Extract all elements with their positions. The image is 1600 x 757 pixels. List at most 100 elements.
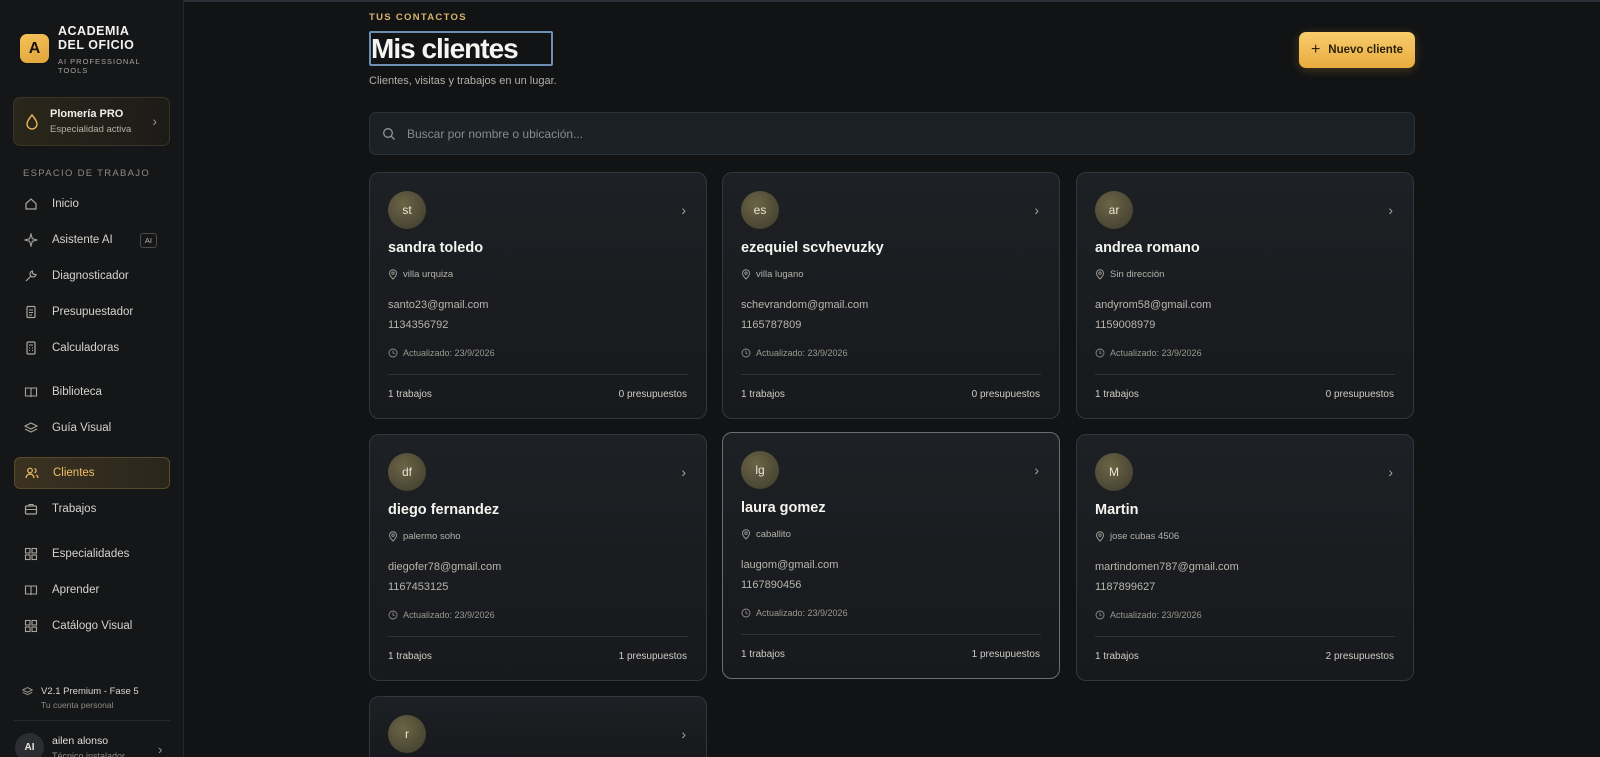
page-title: Mis clientes bbox=[369, 31, 553, 66]
users-icon bbox=[25, 466, 39, 480]
sidebar-item-especialidades[interactable]: Especialidades bbox=[14, 538, 170, 570]
sidebar-item-calculadoras[interactable]: Calculadoras bbox=[14, 332, 170, 364]
sidebar-item-asistente-ai[interactable]: Asistente AI AI bbox=[14, 224, 170, 256]
layers-icon bbox=[21, 686, 34, 710]
client-quotes-count: 1 presupuestos bbox=[618, 651, 687, 662]
client-phone: 1167890456 bbox=[741, 579, 802, 591]
client-updated: Actualizado: 23/9/2026 bbox=[1110, 610, 1202, 620]
workspace-section-label: ESPACIO DE TRABAJO bbox=[23, 168, 151, 179]
client-phone: 1134356792 bbox=[388, 319, 449, 331]
client-card[interactable]: df › diego fernandez palermo soho diegof… bbox=[369, 434, 707, 681]
sparkle-icon bbox=[24, 233, 38, 247]
client-card[interactable]: M › Martin jose cubas 4506 martindomen78… bbox=[1076, 434, 1414, 681]
clock-icon bbox=[388, 348, 398, 358]
search-bar bbox=[369, 112, 1415, 155]
home-icon bbox=[24, 197, 38, 211]
client-name: Martin bbox=[1095, 502, 1139, 518]
divider bbox=[741, 374, 1041, 375]
divider bbox=[14, 720, 170, 721]
client-card[interactable]: es › ezequiel scvhevuzky villa lugano sc… bbox=[722, 172, 1060, 419]
sidebar-item-label: Biblioteca bbox=[52, 386, 102, 398]
client-card[interactable]: r › bbox=[369, 696, 707, 757]
sidebar-item-trabajos[interactable]: Trabajos bbox=[14, 493, 170, 525]
version-info: V2.1 Premium - Fase 5 Tu cuenta personal bbox=[21, 686, 139, 710]
client-card[interactable]: lg › laura gomez caballito laugom@gmail.… bbox=[722, 432, 1060, 679]
top-border bbox=[0, 0, 1600, 2]
chevron-right-icon: › bbox=[1034, 202, 1039, 218]
clock-icon bbox=[741, 608, 751, 618]
user-role: Técnico instalador bbox=[52, 751, 126, 757]
sidebar-item-catalogo-visual[interactable]: Catálogo Visual bbox=[14, 610, 170, 642]
sidebar-item-aprender[interactable]: Aprender bbox=[14, 574, 170, 606]
sidebar-item-clientes[interactable]: Clientes bbox=[14, 457, 170, 489]
client-email: laugom@gmail.com bbox=[741, 559, 839, 571]
specialty-subtitle: Especialidad activa bbox=[50, 124, 132, 135]
sidebar-item-label: Asistente AI bbox=[52, 234, 113, 246]
sidebar-item-diagnosticador[interactable]: Diagnosticador bbox=[14, 260, 170, 292]
client-jobs-count: 1 trabajos bbox=[388, 651, 432, 662]
sidebar-item-label: Calculadoras bbox=[52, 342, 120, 354]
layers-icon bbox=[24, 421, 38, 435]
specialty-selector[interactable]: Plomería PRO Especialidad activa › bbox=[13, 97, 170, 146]
sidebar-item-label: Catálogo Visual bbox=[52, 620, 133, 632]
client-email: martindomen787@gmail.com bbox=[1095, 561, 1239, 573]
sidebar-item-label: Inicio bbox=[52, 198, 79, 210]
location-pin-icon bbox=[741, 269, 751, 280]
document-icon bbox=[24, 305, 38, 319]
sidebar-item-label: Trabajos bbox=[52, 503, 97, 515]
avatar: st bbox=[388, 191, 426, 229]
divider bbox=[388, 636, 688, 637]
avatar: r bbox=[388, 715, 426, 753]
client-updated: Actualizado: 23/9/2026 bbox=[403, 348, 495, 358]
page-eyebrow: TUS CONTACTOS bbox=[369, 12, 467, 23]
sidebar-item-biblioteca[interactable]: Biblioteca bbox=[14, 376, 170, 408]
avatar: es bbox=[741, 191, 779, 229]
grid-icon bbox=[24, 547, 38, 561]
location-pin-icon bbox=[741, 529, 751, 540]
divider bbox=[1095, 374, 1395, 375]
location-pin-icon bbox=[388, 269, 398, 280]
sidebar-item-inicio[interactable]: Inicio bbox=[14, 188, 170, 220]
sidebar-item-label: Diagnosticador bbox=[52, 270, 129, 282]
client-updated: Actualizado: 23/9/2026 bbox=[756, 348, 848, 358]
sidebar-item-label: Especialidades bbox=[52, 548, 130, 560]
sidebar-item-presupuestador[interactable]: Presupuestador bbox=[14, 296, 170, 328]
client-location: palermo soho bbox=[403, 531, 461, 542]
client-location: villa urquiza bbox=[403, 269, 454, 280]
client-phone: 1167453125 bbox=[388, 581, 449, 593]
divider bbox=[1095, 636, 1395, 637]
divider bbox=[741, 634, 1041, 635]
client-phone: 1187899627 bbox=[1095, 581, 1156, 593]
client-email: schevrandom@gmail.com bbox=[741, 299, 869, 311]
open-book-icon bbox=[24, 583, 38, 597]
clock-icon bbox=[1095, 348, 1105, 358]
drop-icon bbox=[24, 113, 40, 130]
client-jobs-count: 1 trabajos bbox=[741, 389, 785, 400]
brand-name: ACADEMIA DEL OFICIO bbox=[58, 24, 135, 52]
brand-logo-letter: A bbox=[28, 39, 41, 57]
chevron-right-icon[interactable]: › bbox=[158, 742, 162, 757]
divider bbox=[388, 374, 688, 375]
client-email: diegofer78@gmail.com bbox=[388, 561, 502, 573]
avatar: df bbox=[388, 453, 426, 491]
sidebar-item-guia-visual[interactable]: Guía Visual bbox=[14, 412, 170, 444]
client-quotes-count: 1 presupuestos bbox=[971, 649, 1040, 660]
client-card[interactable]: st › sandra toledo villa urquiza santo23… bbox=[369, 172, 707, 419]
search-input[interactable] bbox=[407, 126, 1307, 141]
sidebar-item-label: Guía Visual bbox=[52, 422, 112, 434]
client-location: caballito bbox=[756, 529, 791, 540]
user-name: ailen alonso bbox=[52, 735, 109, 747]
client-jobs-count: 1 trabajos bbox=[1095, 651, 1139, 662]
client-card[interactable]: ar › andrea romano Sin dirección andyrom… bbox=[1076, 172, 1414, 419]
avatar: lg bbox=[741, 451, 779, 489]
location-pin-icon bbox=[388, 531, 398, 542]
new-client-button[interactable]: + Nuevo cliente bbox=[1299, 32, 1415, 68]
chevron-right-icon: › bbox=[681, 464, 686, 480]
brand[interactable]: A ACADEMIA DEL OFICIO AI PROFESSIONAL TO… bbox=[20, 24, 148, 75]
page-subtitle: Clientes, visitas y trabajos en un lugar… bbox=[369, 75, 557, 87]
briefcase-icon bbox=[24, 502, 38, 516]
user-menu[interactable]: AI ailen alonso Técnico instalador bbox=[15, 733, 125, 757]
version-title: V2.1 Premium - Fase 5 bbox=[41, 686, 139, 697]
chevron-right-icon: › bbox=[1034, 462, 1039, 478]
client-email: santo23@gmail.com bbox=[388, 299, 489, 311]
